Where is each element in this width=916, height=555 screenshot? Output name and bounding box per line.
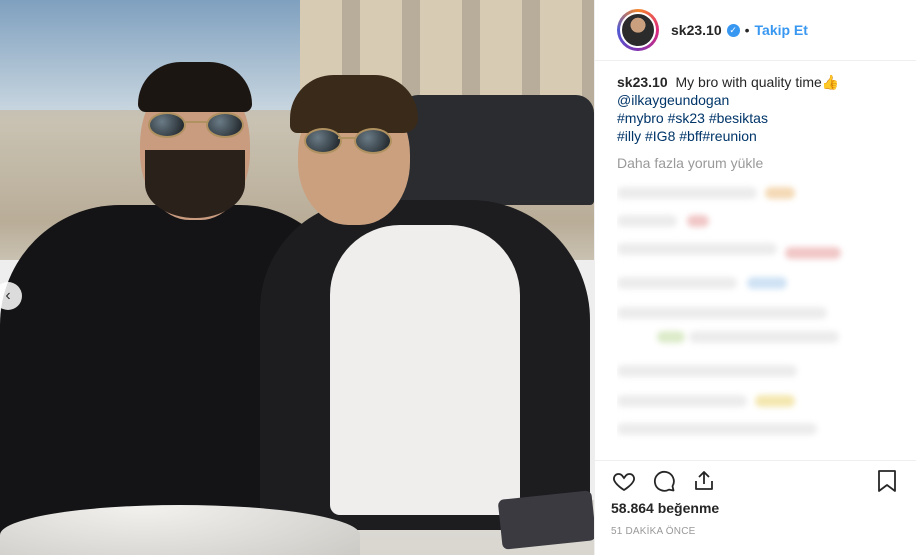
caption-hashtags-line-2[interactable]: #illy #IG8 #bff#reunion bbox=[617, 127, 900, 145]
save-button[interactable] bbox=[874, 468, 900, 494]
post-photo[interactable]: ‹ bbox=[0, 0, 594, 555]
header-username[interactable]: sk23.10 bbox=[671, 22, 722, 38]
bookmark-icon bbox=[878, 470, 896, 492]
sunglasses-right bbox=[304, 128, 392, 154]
caption-username[interactable]: sk23.10 bbox=[617, 74, 668, 90]
photo-car bbox=[400, 95, 594, 205]
heart-icon bbox=[613, 473, 635, 492]
verified-badge-icon: ✓ bbox=[726, 23, 740, 37]
post-caption: sk23.10 My bro with quality time👍 @ilkay… bbox=[595, 61, 916, 145]
post-header: sk23.10 ✓ • Takip Et bbox=[595, 0, 916, 61]
person-right-shirt bbox=[330, 225, 520, 515]
post-actions-bar bbox=[595, 460, 916, 501]
share-icon bbox=[695, 471, 713, 490]
post-timestamp[interactable]: 51 DAKİKA ÖNCE bbox=[611, 526, 696, 537]
caption-hashtags-line-1[interactable]: #mybro #sk23 #besiktas bbox=[617, 109, 900, 127]
header-separator: • bbox=[744, 22, 750, 38]
person-left-beard bbox=[145, 150, 245, 218]
follow-button[interactable]: Takip Et bbox=[755, 22, 808, 38]
phone-on-table bbox=[497, 490, 594, 550]
likes-count[interactable]: 58.864 beğenme bbox=[611, 500, 719, 516]
post-side-panel: sk23.10 ✓ • Takip Et sk23.10 My bro with… bbox=[594, 0, 916, 555]
like-button[interactable] bbox=[611, 468, 637, 494]
blurred-comments-list bbox=[617, 181, 900, 441]
comment-icon bbox=[653, 470, 675, 492]
chevron-left-icon: ‹ bbox=[5, 287, 11, 304]
caption-mention-link[interactable]: @ilkaygeundogan bbox=[617, 91, 900, 109]
person-left-hair bbox=[138, 62, 252, 112]
comment-button[interactable] bbox=[651, 468, 677, 494]
share-button[interactable] bbox=[691, 468, 717, 494]
person-right-hair bbox=[290, 75, 418, 133]
instagram-post: ‹ sk23.10 ✓ • Takip Et sk23.10 My bro wi… bbox=[0, 0, 916, 555]
sunglasses-left bbox=[148, 112, 244, 138]
avatar[interactable] bbox=[617, 9, 659, 51]
load-more-comments-button[interactable]: Daha fazla yorum yükle bbox=[595, 155, 916, 171]
caption-text: My bro with quality time👍 bbox=[675, 74, 840, 90]
